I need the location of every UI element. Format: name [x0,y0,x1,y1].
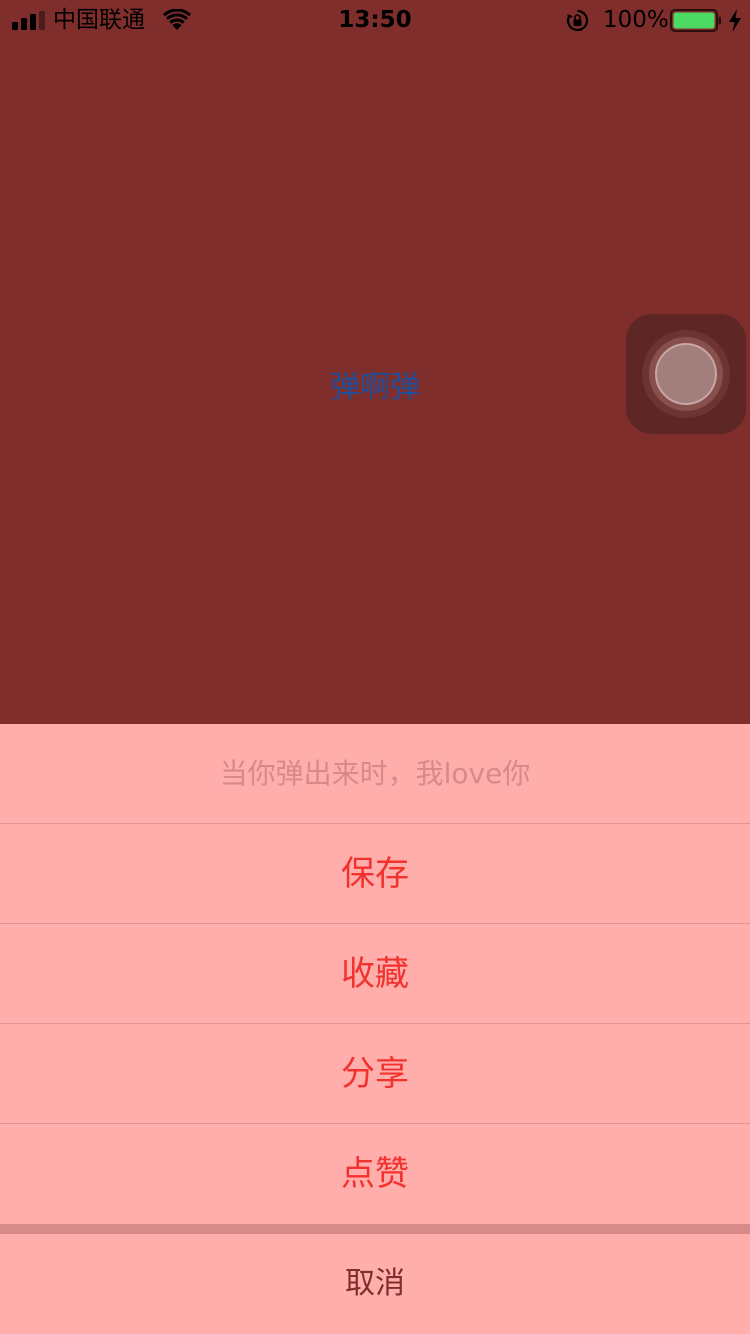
like-button[interactable]: 点赞 [0,1123,750,1223]
favorite-button[interactable]: 收藏 [0,923,750,1023]
assistive-touch-knob [657,345,715,403]
status-bar: 中国联通 13:50 100% [0,0,750,40]
battery-percentage: 100% [603,7,669,33]
orientation-lock-icon [566,9,589,32]
cancel-button[interactable]: 取消 [0,1234,750,1334]
charging-bolt-icon [729,9,741,32]
assistive-touch-icon[interactable] [626,314,746,434]
action-sheet: 当你弹出来时，我love你 保存 收藏 分享 点赞 取消 [0,724,750,1334]
action-sheet-separator [0,1224,750,1234]
save-button[interactable]: 保存 [0,823,750,923]
action-sheet-title: 当你弹出来时，我love你 [219,757,531,790]
battery-icon [670,9,721,32]
share-button[interactable]: 分享 [0,1023,750,1123]
